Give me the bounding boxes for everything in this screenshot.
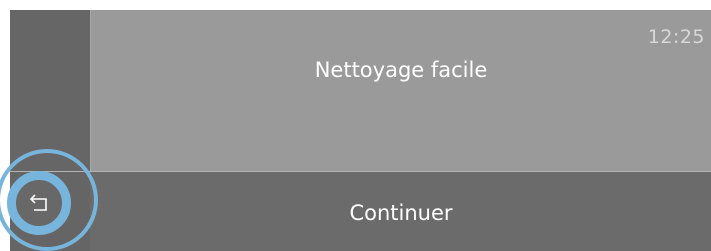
- clock: 12:25: [647, 26, 705, 48]
- continue-button[interactable]: Continuer: [91, 172, 711, 251]
- main-panel: 12:25 Nettoyage facile: [91, 10, 711, 171]
- continue-label: Continuer: [349, 200, 453, 225]
- page-title: Nettoyage facile: [314, 58, 488, 82]
- appliance-screen: 12:25 Nettoyage facile Continuer: [0, 0, 711, 251]
- back-arrow-icon: [28, 193, 50, 213]
- display-frame: 12:25 Nettoyage facile Continuer: [10, 10, 711, 251]
- back-button[interactable]: [7, 171, 71, 235]
- side-panel: [10, 10, 90, 171]
